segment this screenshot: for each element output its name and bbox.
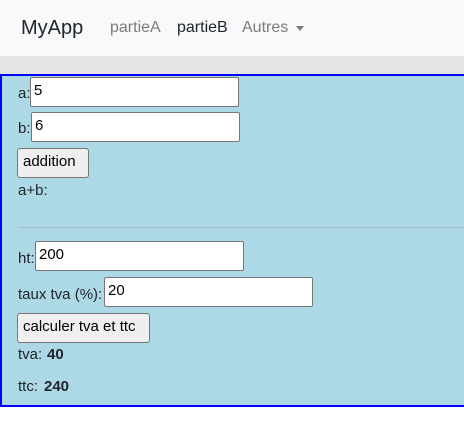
- sum-label: a+b:: [18, 182, 48, 199]
- app-root: MyApp partieA partieB Autres a: 5 b: 6 a…: [0, 0, 464, 439]
- ttc-label: ttc:: [18, 378, 39, 395]
- tva-value: 40: [47, 346, 64, 363]
- navbar-brand[interactable]: MyApp: [21, 14, 83, 42]
- page-background-band: [0, 56, 464, 74]
- section-divider: [18, 227, 464, 228]
- addition-button[interactable]: addition: [17, 148, 89, 178]
- a-input[interactable]: 5: [30, 77, 239, 107]
- taux-tva-label: taux tva (%):: [18, 286, 103, 303]
- ht-label: ht:: [18, 250, 35, 267]
- a-label: a:: [18, 85, 31, 102]
- b-input[interactable]: 6: [31, 112, 240, 142]
- ht-input[interactable]: 200: [35, 241, 244, 271]
- chevron-down-icon: [296, 26, 304, 31]
- calculator-panel: a: 5 b: 6 addition a+b: ht: 200 taux tva…: [0, 74, 464, 407]
- nav-link-autres-dropdown[interactable]: Autres: [242, 17, 288, 39]
- calculer-tva-ttc-button[interactable]: calculer tva et ttc: [17, 313, 150, 343]
- nav-link-partie-b[interactable]: partieB: [177, 17, 228, 39]
- ttc-value: 240: [44, 378, 70, 395]
- tva-label: tva:: [18, 346, 43, 363]
- taux-tva-input[interactable]: 20: [104, 277, 313, 307]
- nav-link-partie-a[interactable]: partieA: [110, 17, 161, 39]
- b-label: b:: [18, 120, 31, 137]
- navbar: MyApp partieA partieB Autres: [0, 0, 464, 56]
